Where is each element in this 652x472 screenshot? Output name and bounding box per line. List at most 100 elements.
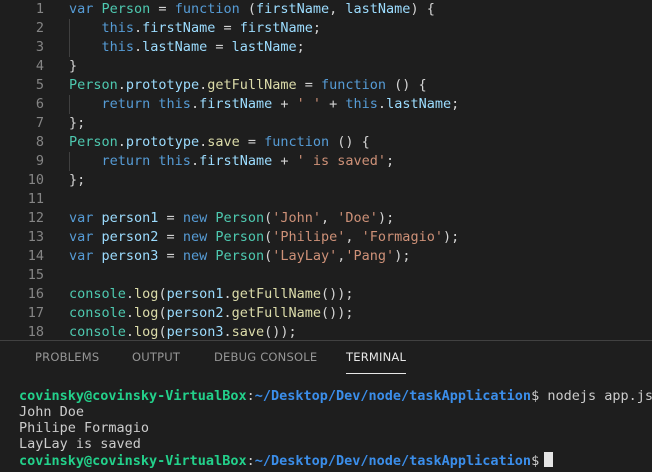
code-line[interactable]: 16 console.log(person1.getFullName()); [0, 285, 652, 304]
code-text: console.log(person2.getFullName()); [69, 304, 354, 323]
code-token: . [125, 305, 135, 321]
code-line[interactable]: 6 return this.firstName + ' ' + this.las… [0, 95, 652, 114]
code-token: ); [442, 229, 460, 245]
code-token: firstName [255, 1, 330, 17]
code-line[interactable]: 4} [0, 57, 652, 76]
line-number: 2 [35, 20, 44, 36]
code-text: } [69, 57, 77, 76]
code-token: var [69, 210, 102, 226]
code-text: var person1 = new Person('John', 'Doe'); [69, 209, 394, 228]
line-number: 6 [35, 96, 44, 112]
code-line[interactable]: 9 return this.firstName + ' is saved'; [0, 152, 652, 171]
code-token: person2 [101, 229, 159, 245]
code-token: firstName [142, 20, 216, 36]
code-token: Person [69, 134, 118, 150]
code-token: = [150, 1, 175, 17]
code-token: lastName [231, 39, 297, 55]
code-line[interactable]: 11 [0, 190, 652, 209]
code-token: ); [377, 210, 395, 226]
code-token: . [190, 96, 200, 112]
code-token: new [182, 248, 216, 264]
code-token: return [101, 153, 159, 169]
code-text: console.log(person3.save()); [69, 323, 297, 340]
code-line[interactable]: 3 this.lastName = lastName; [0, 38, 652, 57]
code-token: getFullName [207, 77, 297, 93]
tab-problems[interactable]: PROBLEMS [35, 350, 99, 374]
terminal-prompt-line[interactable]: covinsky@covinsky-VirtualBox:~/Desktop/D… [19, 452, 554, 469]
code-token: 'John' [272, 210, 322, 226]
code-token: firstName [239, 20, 313, 36]
prompt-symbol: $ [531, 453, 540, 469]
code-token: . [125, 286, 135, 302]
code-token: this [101, 39, 135, 55]
code-line[interactable]: 7}; [0, 114, 652, 133]
code-token: = [207, 39, 232, 55]
code-token: log [134, 305, 159, 321]
code-token: person3 [101, 248, 159, 264]
code-line[interactable]: 18 console.log(person3.save()); [0, 323, 652, 340]
code-token: = [239, 134, 265, 150]
code-token: . [117, 134, 126, 150]
line-number: 7 [35, 115, 44, 131]
terminal-output-line: Philipe Formagio [19, 420, 150, 436]
code-token: 'Doe' [337, 210, 378, 226]
code-token: this [158, 153, 191, 169]
terminal-command: nodejs app.js [547, 388, 652, 404]
code-token: + [321, 96, 346, 112]
line-number: 8 [35, 134, 44, 150]
code-token: ; [451, 96, 460, 112]
code-token: function [174, 1, 240, 17]
code-token: . [223, 324, 232, 340]
code-token: , [329, 1, 346, 17]
tab-output[interactable]: OUTPUT [132, 350, 180, 374]
code-token: . [223, 305, 232, 321]
code-token: = [158, 248, 183, 264]
code-line[interactable]: 8 Person.prototype.save = function () { [0, 133, 652, 152]
code-line[interactable]: 15 [0, 266, 652, 285]
terminal-panel[interactable]: covinsky@covinsky-VirtualBox:~/Desktop/D… [0, 374, 652, 472]
code-editor[interactable]: 1 var Person = function (firstName, lastN… [0, 0, 652, 340]
code-text: var Person = function (firstName, lastNa… [69, 0, 435, 19]
code-token: = [296, 77, 322, 93]
code-line[interactable]: 10}; [0, 171, 652, 190]
code-token: . [190, 153, 200, 169]
code-token: 'Pang' [345, 248, 395, 264]
code-token: ; [296, 39, 305, 55]
code-token: getFullName [231, 305, 322, 321]
tab-debug-console[interactable]: DEBUG CONSOLE [214, 350, 317, 374]
code-line[interactable]: 2 this.firstName = firstName; [0, 19, 652, 38]
line-number: 18 [27, 324, 44, 340]
code-text: return this.firstName + ' is saved'; [69, 152, 395, 171]
code-text: }; [69, 171, 85, 190]
code-token: var [69, 1, 102, 17]
code-token: () { [329, 134, 370, 150]
code-token: ); [394, 248, 411, 264]
tab-terminal[interactable]: TERMINAL [346, 350, 407, 374]
code-token: }; [69, 115, 86, 131]
code-token: new [182, 210, 216, 226]
code-line[interactable]: 14 var person3 = new Person('LayLay','Pan… [0, 247, 652, 266]
line-number: 1 [35, 1, 44, 17]
code-text: this.firstName = firstName; [69, 19, 322, 38]
code-token: firstName [199, 153, 273, 169]
code-token: lastName [142, 39, 208, 55]
code-token: . [223, 286, 232, 302]
code-token: . [117, 77, 126, 93]
code-line[interactable]: 5 Person.prototype.getFullName = function… [0, 76, 652, 95]
prompt-user: covinsky@covinsky-VirtualBox [19, 453, 247, 469]
code-line[interactable]: 12 var person1 = new Person('John', 'Doe'… [0, 209, 652, 228]
code-text: }; [69, 114, 85, 133]
prompt-symbol: $ [531, 388, 540, 404]
code-token: ; [312, 20, 322, 36]
line-number: 5 [35, 77, 44, 93]
line-number: 13 [27, 229, 44, 245]
line-number: 9 [35, 153, 44, 169]
code-token: Person [215, 210, 265, 226]
terminal-cursor [544, 452, 554, 467]
code-line[interactable]: 13 var person2 = new Person('Philipe', 'F… [0, 228, 652, 247]
code-line[interactable]: 17 console.log(person2.getFullName()); [0, 304, 652, 323]
code-line[interactable]: 1 var Person = function (firstName, lastN… [0, 0, 652, 19]
code-text: Person.prototype.save = function () { [69, 133, 370, 152]
code-token: this [345, 96, 378, 112]
